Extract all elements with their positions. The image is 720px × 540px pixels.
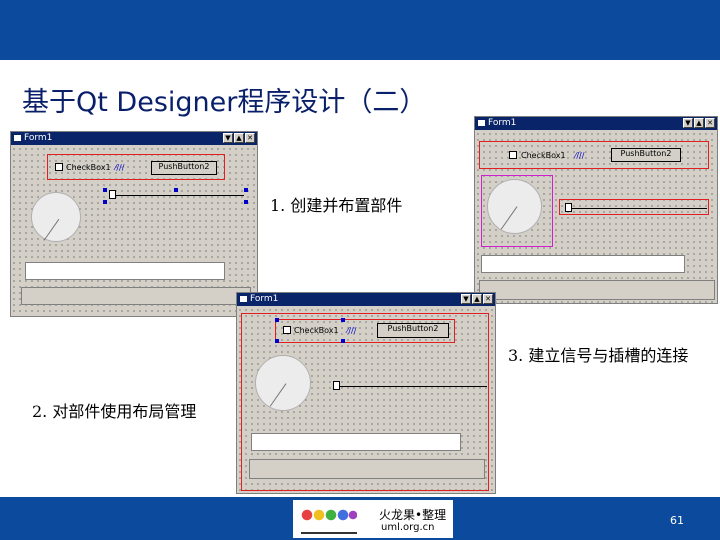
window-titlebar[interactable]: Form1 ▼ ▲ ✕ (237, 293, 495, 306)
dial-icon[interactable] (487, 179, 542, 234)
slider-track[interactable] (337, 386, 487, 387)
selection-handle (244, 188, 248, 192)
page-number: 61 (670, 514, 684, 527)
text-field[interactable] (25, 262, 225, 280)
designer-window-2[interactable]: Form1 ▼ ▲ ✕ CheckBox1 ⁄∕∕∕ PushButton2 (236, 292, 496, 494)
checkbox[interactable] (55, 163, 63, 171)
status-bar (479, 280, 715, 300)
selection-handle (103, 188, 107, 192)
checkbox-label: CheckBox1 (294, 326, 339, 335)
logo-name: 火龙果•整理 (379, 508, 447, 522)
selection-handle (275, 339, 279, 343)
dropdown-button[interactable]: ▼ (223, 133, 233, 143)
checkbox-label: CheckBox1 (66, 163, 111, 172)
minimize-button[interactable]: ▲ (694, 118, 704, 128)
selection-handle (103, 200, 107, 204)
spacer-placeholder: ⁄∕∕∕ (575, 151, 585, 160)
text-field[interactable] (481, 255, 685, 273)
page-title: 基于Qt Designer程序设计（二） (22, 87, 427, 118)
designer-window-3[interactable]: Form1 ▼ ▲ ✕ CheckBox1 ⁄∕∕∕ PushButton2 (474, 116, 718, 304)
selection-handle (174, 188, 178, 192)
minimize-button[interactable]: ▲ (472, 294, 482, 304)
selection-handle (275, 318, 279, 322)
checkbox-label: CheckBox1 (521, 151, 566, 160)
close-button[interactable]: ✕ (245, 133, 255, 143)
selection-handle (244, 200, 248, 204)
logo-dots (301, 508, 357, 522)
dropdown-button[interactable]: ▼ (683, 118, 693, 128)
slider-handle[interactable] (333, 381, 340, 390)
step-label-1: 1. 创建并布置部件 (270, 196, 403, 215)
dial-icon[interactable] (255, 355, 311, 411)
spacer-placeholder: ⁄∕∕∕ (347, 326, 357, 335)
push-button[interactable]: PushButton2 (611, 148, 681, 162)
window-titlebar[interactable]: Form1 ▼ ▲ ✕ (475, 117, 717, 130)
slider-handle[interactable] (565, 203, 572, 212)
minimize-button[interactable]: ▲ (234, 133, 244, 143)
slider-frame (559, 199, 709, 215)
checkbox[interactable] (509, 151, 517, 159)
slider-handle[interactable] (109, 190, 116, 199)
dropdown-button[interactable]: ▼ (461, 294, 471, 304)
status-bar (21, 287, 251, 305)
close-button[interactable]: ✕ (483, 294, 493, 304)
selection-handle (341, 339, 345, 343)
window-icon (14, 134, 21, 141)
push-button[interactable]: PushButton2 (377, 323, 449, 338)
slider-track[interactable] (567, 208, 707, 209)
logo-stems (301, 522, 357, 534)
step-label-2: 2. 对部件使用布局管理 (32, 402, 197, 421)
selection-handle (341, 318, 345, 322)
logo-icon: 火龙果•整理 uml.org.cn (293, 500, 453, 538)
spacer-placeholder: ⁄∕∕∕ (115, 163, 125, 172)
close-button[interactable]: ✕ (705, 118, 715, 128)
window-title: Form1 (24, 133, 53, 143)
window-title: Form1 (488, 118, 517, 128)
window-icon (240, 295, 247, 302)
status-bar (249, 459, 485, 479)
text-field[interactable] (251, 433, 461, 451)
checkbox[interactable] (283, 326, 291, 334)
designer-window-1[interactable]: Form1 ▼ ▲ ✕ CheckBox1 ⁄∕∕∕ PushButton2 (10, 131, 258, 317)
logo-sub: uml.org.cn (381, 522, 435, 533)
slider-track[interactable] (111, 195, 244, 196)
push-button[interactable]: PushButton2 (151, 161, 217, 175)
header-bar (0, 0, 720, 60)
step-label-3: 3. 建立信号与插槽的连接 (508, 346, 689, 365)
window-title: Form1 (250, 294, 279, 304)
dial-icon[interactable] (31, 192, 81, 242)
window-icon (478, 119, 485, 126)
window-titlebar[interactable]: Form1 ▼ ▲ ✕ (11, 132, 257, 145)
